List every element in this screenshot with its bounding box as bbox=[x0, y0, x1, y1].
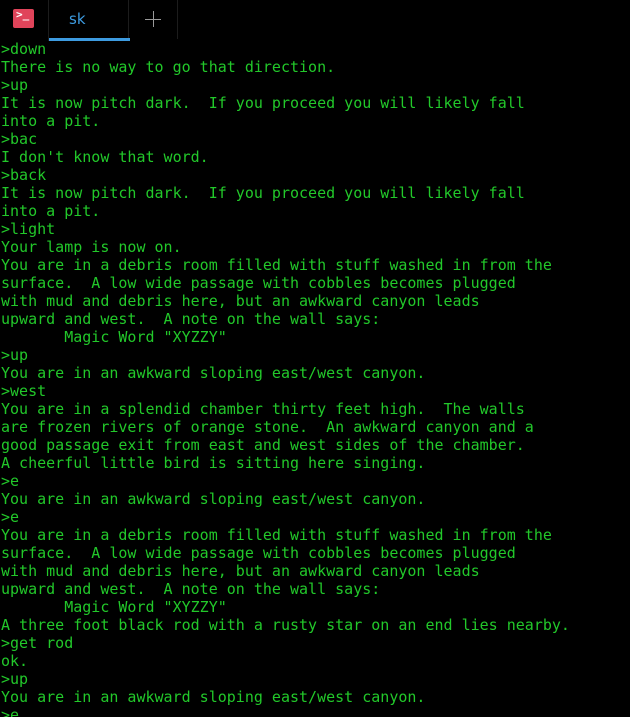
terminal-line: ok. bbox=[1, 652, 29, 670]
terminal-line: >back bbox=[1, 166, 47, 184]
terminal-line: You are in a debris room filled with stu… bbox=[1, 256, 552, 274]
terminal-prompt-glyph: >_ bbox=[16, 8, 30, 21]
terminal-line: upward and west. A note on the wall says… bbox=[1, 580, 381, 598]
tab-sk[interactable]: sk bbox=[48, 0, 130, 41]
terminal-line: >light bbox=[1, 220, 56, 238]
terminal-line: >e bbox=[1, 706, 20, 717]
terminal-line: surface. A low wide passage with cobbles… bbox=[1, 274, 516, 292]
tab-bar: >_ sk bbox=[0, 0, 630, 41]
terminal-line: into a pit. bbox=[1, 112, 101, 130]
terminal-line: Magic Word "XYZZY" bbox=[1, 598, 227, 616]
terminal-line: There is no way to go that direction. bbox=[1, 58, 336, 76]
terminal-line: I don't know that word. bbox=[1, 148, 209, 166]
terminal-line: >west bbox=[1, 382, 47, 400]
terminal-output[interactable]: >down There is no way to go that directio… bbox=[1, 40, 630, 717]
terminal-line: good passage exit from east and west sid… bbox=[1, 436, 525, 454]
terminal-line: are frozen rivers of orange stone. An aw… bbox=[1, 418, 534, 436]
terminal-line: >bac bbox=[1, 130, 38, 148]
terminal-line: You are in an awkward sloping east/west … bbox=[1, 364, 426, 382]
new-tab-button[interactable] bbox=[130, 0, 178, 39]
terminal-line: with mud and debris here, but an awkward… bbox=[1, 562, 480, 580]
terminal-line: You are in an awkward sloping east/west … bbox=[1, 688, 426, 706]
terminal-line: >e bbox=[1, 472, 20, 490]
terminal-line: You are in a splendid chamber thirty fee… bbox=[1, 400, 525, 418]
terminal-line: You are in an awkward sloping east/west … bbox=[1, 490, 426, 508]
terminal-line: You are in a debris room filled with stu… bbox=[1, 526, 552, 544]
terminal-line: Your lamp is now on. bbox=[1, 238, 182, 256]
terminal-line: >e bbox=[1, 508, 20, 526]
terminal-line: >up bbox=[1, 76, 29, 94]
terminal-line: surface. A low wide passage with cobbles… bbox=[1, 544, 516, 562]
terminal-line: into a pit. bbox=[1, 202, 101, 220]
terminal-line: with mud and debris here, but an awkward… bbox=[1, 292, 480, 310]
terminal-line: >up bbox=[1, 346, 29, 364]
terminal-line: It is now pitch dark. If you proceed you… bbox=[1, 184, 525, 202]
terminal-line: >up bbox=[1, 670, 29, 688]
terminal-line: Magic Word "XYZZY" bbox=[1, 328, 227, 346]
terminal-line: >get rod bbox=[1, 634, 74, 652]
terminal-line: upward and west. A note on the wall says… bbox=[1, 310, 381, 328]
terminal-icon[interactable]: >_ bbox=[13, 8, 34, 28]
terminal-line: A three foot black rod with a rusty star… bbox=[1, 616, 570, 634]
terminal-line: >down bbox=[1, 40, 47, 58]
tab-label: sk bbox=[69, 10, 86, 28]
terminal-line: It is now pitch dark. If you proceed you… bbox=[1, 94, 525, 112]
terminal-line: A cheerful little bird is sitting here s… bbox=[1, 454, 426, 472]
